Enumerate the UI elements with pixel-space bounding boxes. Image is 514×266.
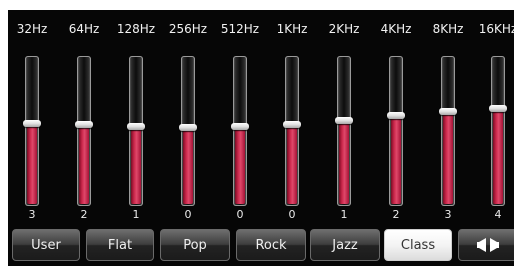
preset-button-rock[interactable]: Rock [236, 229, 306, 261]
slider-fill [27, 124, 37, 204]
slider-knob[interactable] [23, 120, 41, 127]
preset-button-jazz[interactable]: Jazz [310, 229, 380, 261]
slider-fill [183, 128, 193, 204]
preset-button-class[interactable]: Class [384, 229, 452, 261]
band-slider[interactable] [335, 56, 353, 206]
preset-bar: User Flat Pop Rock Jazz Class [8, 229, 514, 263]
slider-fill [287, 125, 297, 204]
slider-fill [339, 121, 349, 204]
band-value: 2 [80, 208, 88, 221]
band-value: 2 [392, 208, 400, 221]
band-value: 1 [132, 208, 140, 221]
balance-button[interactable] [458, 229, 514, 261]
band-values: 3 2 1 0 0 0 1 2 3 4 [8, 208, 514, 224]
slider-knob[interactable] [387, 112, 405, 119]
band-value: 1 [340, 208, 348, 221]
slider-fill [443, 112, 453, 204]
band-value: 3 [28, 208, 36, 221]
slider-knob[interactable] [439, 108, 457, 115]
band-value: 0 [288, 208, 296, 221]
slider-knob[interactable] [127, 123, 145, 130]
band-slider[interactable] [75, 56, 93, 206]
slider-fill [235, 127, 245, 204]
band-slider[interactable] [231, 56, 249, 206]
band-value: 4 [494, 208, 502, 221]
slider-knob[interactable] [283, 121, 301, 128]
band-slider[interactable] [283, 56, 301, 206]
band-sliders [8, 10, 514, 220]
slider-fill [79, 125, 89, 204]
band-slider[interactable] [489, 56, 507, 206]
equalizer-panel: 32Hz 64Hz 128Hz 256Hz 512Hz 1KHz 2KHz 4K… [8, 10, 514, 266]
band-slider[interactable] [127, 56, 145, 206]
slider-fill [131, 127, 141, 204]
band-slider[interactable] [179, 56, 197, 206]
band-value: 3 [444, 208, 452, 221]
slider-knob[interactable] [179, 124, 197, 131]
speaker-balance-icon [477, 238, 499, 252]
slider-knob[interactable] [231, 123, 249, 130]
band-value: 0 [184, 208, 192, 221]
band-slider[interactable] [387, 56, 405, 206]
slider-knob[interactable] [75, 121, 93, 128]
preset-button-user[interactable]: User [12, 229, 80, 261]
preset-button-flat[interactable]: Flat [86, 229, 154, 261]
band-slider[interactable] [439, 56, 457, 206]
band-value: 0 [236, 208, 244, 221]
slider-fill [493, 109, 503, 204]
band-slider[interactable] [23, 56, 41, 206]
preset-button-pop[interactable]: Pop [160, 229, 230, 261]
slider-fill [391, 116, 401, 204]
slider-knob[interactable] [335, 117, 353, 124]
slider-knob[interactable] [489, 105, 507, 112]
